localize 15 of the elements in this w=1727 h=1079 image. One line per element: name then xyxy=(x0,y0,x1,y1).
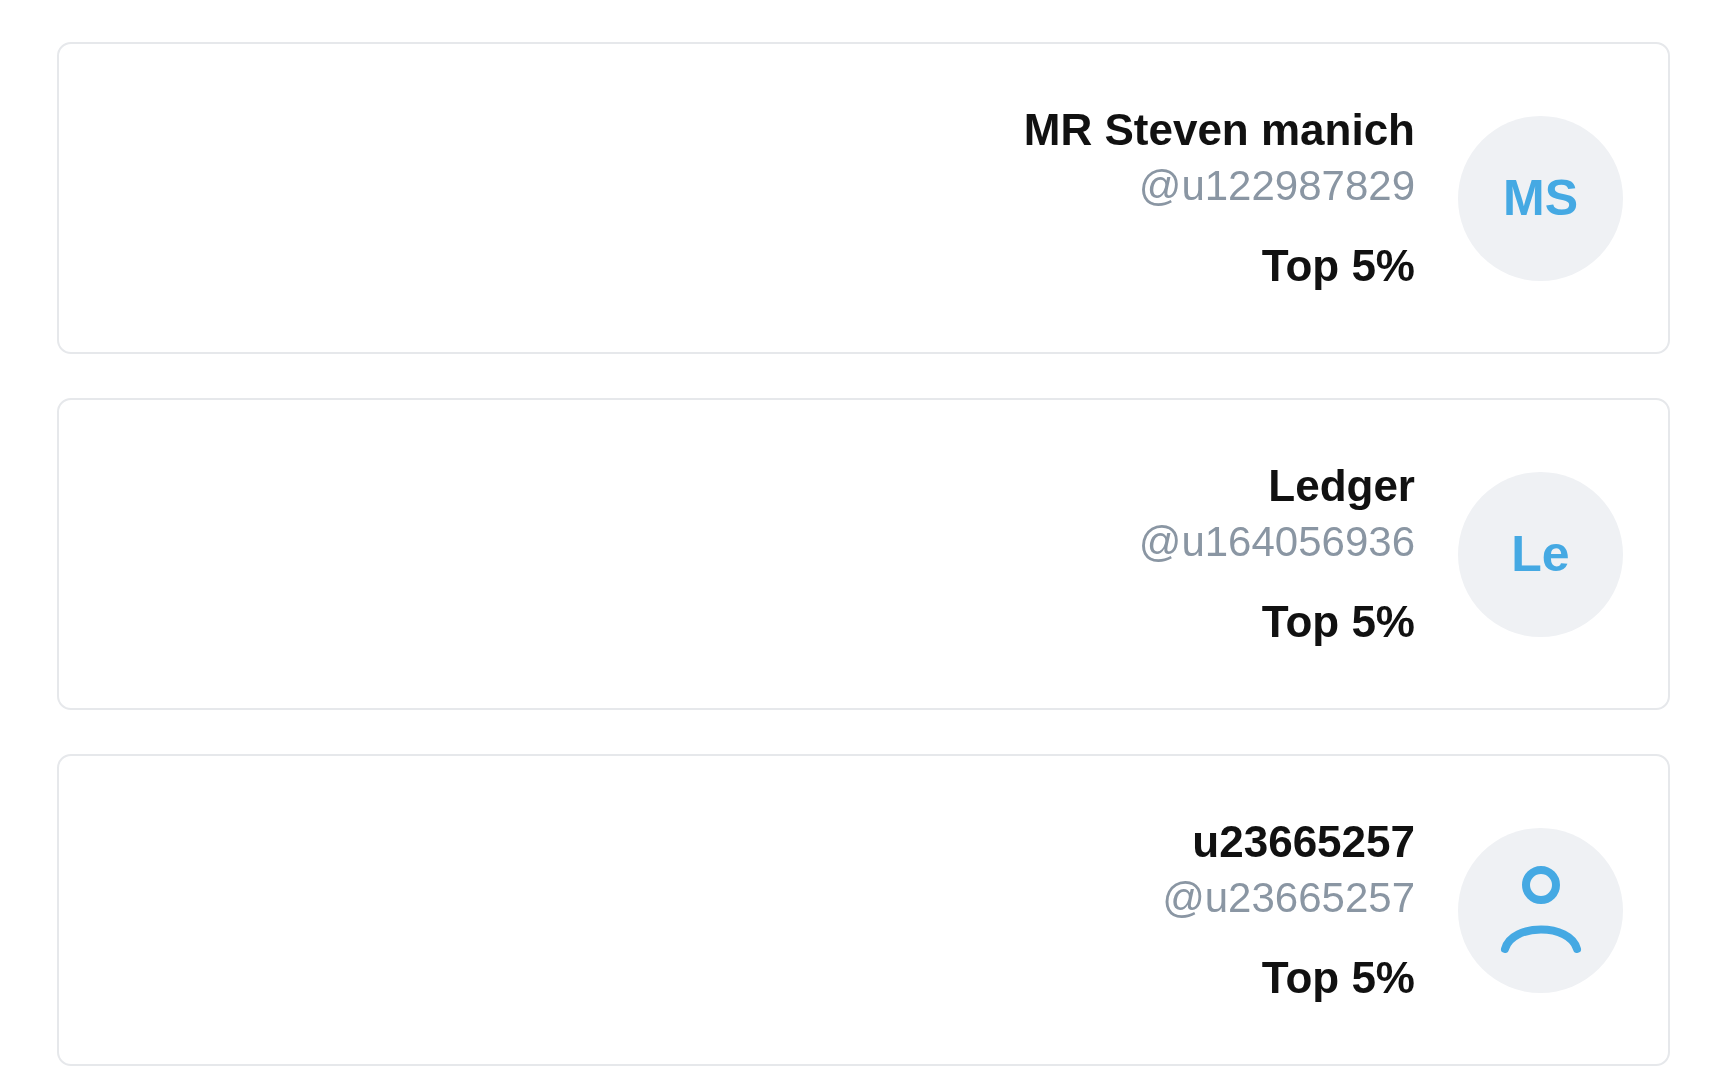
person-icon xyxy=(1499,865,1582,955)
user-avatar: MS xyxy=(1458,115,1623,281)
user-card[interactable]: MS MR Steven manich @u122987829 Top 5% xyxy=(57,42,1670,354)
user-card[interactable]: Le Ledger @u164056936 Top 5% xyxy=(57,398,1670,710)
rank-label: Top 5% xyxy=(1261,596,1415,648)
user-handle: @u122987829 xyxy=(1138,161,1415,211)
user-name: MR Steven manich xyxy=(1023,104,1415,156)
user-handle: @u23665257 xyxy=(1162,873,1415,923)
user-avatar: Le xyxy=(1458,471,1623,637)
user-name: u23665257 xyxy=(1192,816,1415,868)
user-name: Ledger xyxy=(1268,460,1415,512)
user-handle: @u164056936 xyxy=(1138,517,1415,567)
rank-label: Top 5% xyxy=(1261,240,1415,292)
rank-label: Top 5% xyxy=(1261,952,1415,1004)
user-card[interactable]: u23665257 @u23665257 Top 5% xyxy=(57,754,1670,1066)
